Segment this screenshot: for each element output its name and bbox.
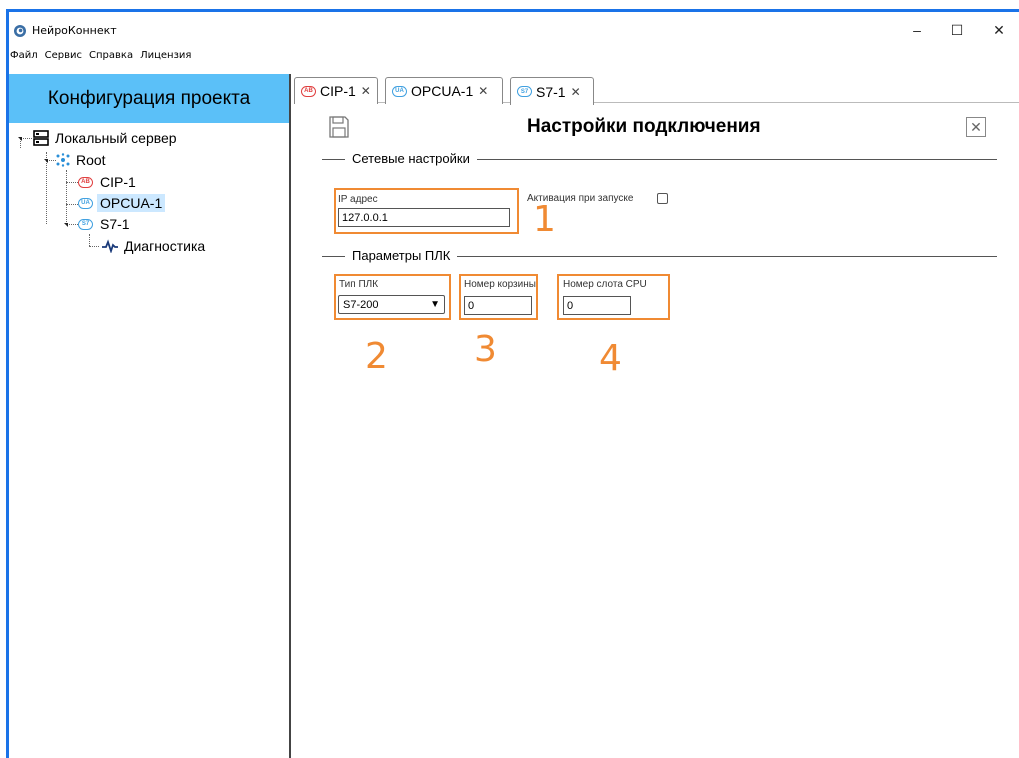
- tree-line: [66, 170, 67, 224]
- tree-line: [89, 234, 90, 246]
- tree-line: [66, 204, 78, 205]
- pulse-icon: [102, 239, 118, 253]
- s7-protocol-icon: S7: [78, 218, 93, 230]
- tree-line: [66, 182, 78, 183]
- tab-cip-1[interactable]: AB CIP-1 ✕: [294, 77, 378, 104]
- ua-protocol-icon: UA: [78, 197, 93, 209]
- editor-tabs: AB CIP-1 ✕ UA OPCUA-1 ✕ S7 S7-1 ✕: [294, 74, 1019, 105]
- close-tab-icon[interactable]: ✕: [571, 85, 581, 99]
- tree-label: OPCUA-1: [97, 194, 166, 212]
- save-icon[interactable]: [329, 116, 349, 138]
- title-bar: НейроКоннект – ☐ ✕: [9, 12, 1019, 46]
- server-icon: [33, 130, 49, 146]
- annotation-box-4: [557, 274, 670, 320]
- annotation-box-2: [334, 274, 451, 320]
- autostart-checkbox[interactable]: [657, 193, 668, 204]
- annotation-number-2: 2: [365, 336, 388, 377]
- close-window-button[interactable]: ✕: [981, 18, 1017, 42]
- tab-label: CIP-1: [320, 83, 356, 99]
- close-tab-icon[interactable]: ✕: [361, 84, 371, 98]
- page-title: Настройки подключения: [527, 116, 761, 137]
- expand-server-toggle[interactable]: [18, 137, 22, 141]
- tree-item-root[interactable]: Root: [55, 150, 109, 170]
- ab-protocol-icon: AB: [78, 176, 93, 188]
- menu-service[interactable]: Сервис: [45, 50, 82, 68]
- ua-protocol-icon: UA: [392, 85, 407, 97]
- tab-opcua-1[interactable]: UA OPCUA-1 ✕: [385, 77, 503, 104]
- minimize-button[interactable]: –: [899, 18, 935, 42]
- menu-help[interactable]: Справка: [89, 50, 133, 68]
- annotation-number-4: 4: [599, 338, 622, 379]
- tree-label: S7-1: [100, 216, 130, 232]
- window-title: НейроКоннект: [32, 24, 117, 37]
- tab-s7-1[interactable]: S7 S7-1 ✕: [510, 77, 594, 105]
- expand-s7-toggle[interactable]: [64, 223, 68, 227]
- tree-label: Root: [76, 152, 106, 168]
- tree-label: CIP-1: [100, 174, 136, 190]
- connection-settings-panel: Настройки подключения ✕ Сетевые настройк…: [294, 104, 1019, 758]
- tree-label: Локальный сервер: [55, 130, 177, 146]
- tree-line: [89, 246, 99, 247]
- s7-protocol-icon: S7: [517, 86, 532, 97]
- annotation-number-1: 1: [533, 199, 556, 240]
- project-tree-panel: Конфигурация проекта Локальный сервер Ro…: [9, 74, 291, 758]
- menu-bar: Файл Сервис Справка Лицензия: [9, 50, 191, 68]
- tab-label: S7-1: [536, 83, 566, 100]
- close-tab-icon[interactable]: ✕: [478, 84, 488, 98]
- ab-protocol-icon: AB: [301, 85, 316, 97]
- network-nodes-icon: [56, 153, 70, 167]
- project-config-header: Конфигурация проекта: [9, 74, 289, 123]
- tree-item-diagnostics[interactable]: Диагностика: [101, 236, 208, 256]
- annotation-number-3: 3: [474, 329, 497, 370]
- app-window: НейроКоннект – ☐ ✕ Файл Сервис Справка Л…: [9, 12, 1019, 758]
- tree-item-s7-1[interactable]: S7 S7-1: [78, 214, 133, 234]
- expand-root-toggle[interactable]: [44, 159, 48, 163]
- tab-label: OPCUA-1: [411, 83, 474, 99]
- maximize-button[interactable]: ☐: [939, 18, 975, 42]
- tree-item-local-server[interactable]: Локальный сервер: [33, 128, 180, 148]
- menu-license[interactable]: Лицензия: [140, 50, 191, 68]
- tree-item-cip-1[interactable]: AB CIP-1: [78, 172, 139, 192]
- annotation-box-1: [334, 188, 519, 234]
- project-config-title: Конфигурация проекта: [47, 87, 251, 109]
- annotation-box-3: [459, 274, 538, 320]
- app-logo-icon: [14, 25, 26, 37]
- menu-file[interactable]: Файл: [10, 50, 38, 68]
- plc-section-title: Параметры ПЛК: [345, 248, 458, 263]
- close-settings-button[interactable]: ✕: [966, 117, 986, 137]
- network-section-title: Сетевые настройки: [345, 151, 477, 166]
- tree-item-opcua-1[interactable]: UA OPCUA-1: [78, 193, 166, 213]
- tree-label: Диагностика: [124, 238, 206, 254]
